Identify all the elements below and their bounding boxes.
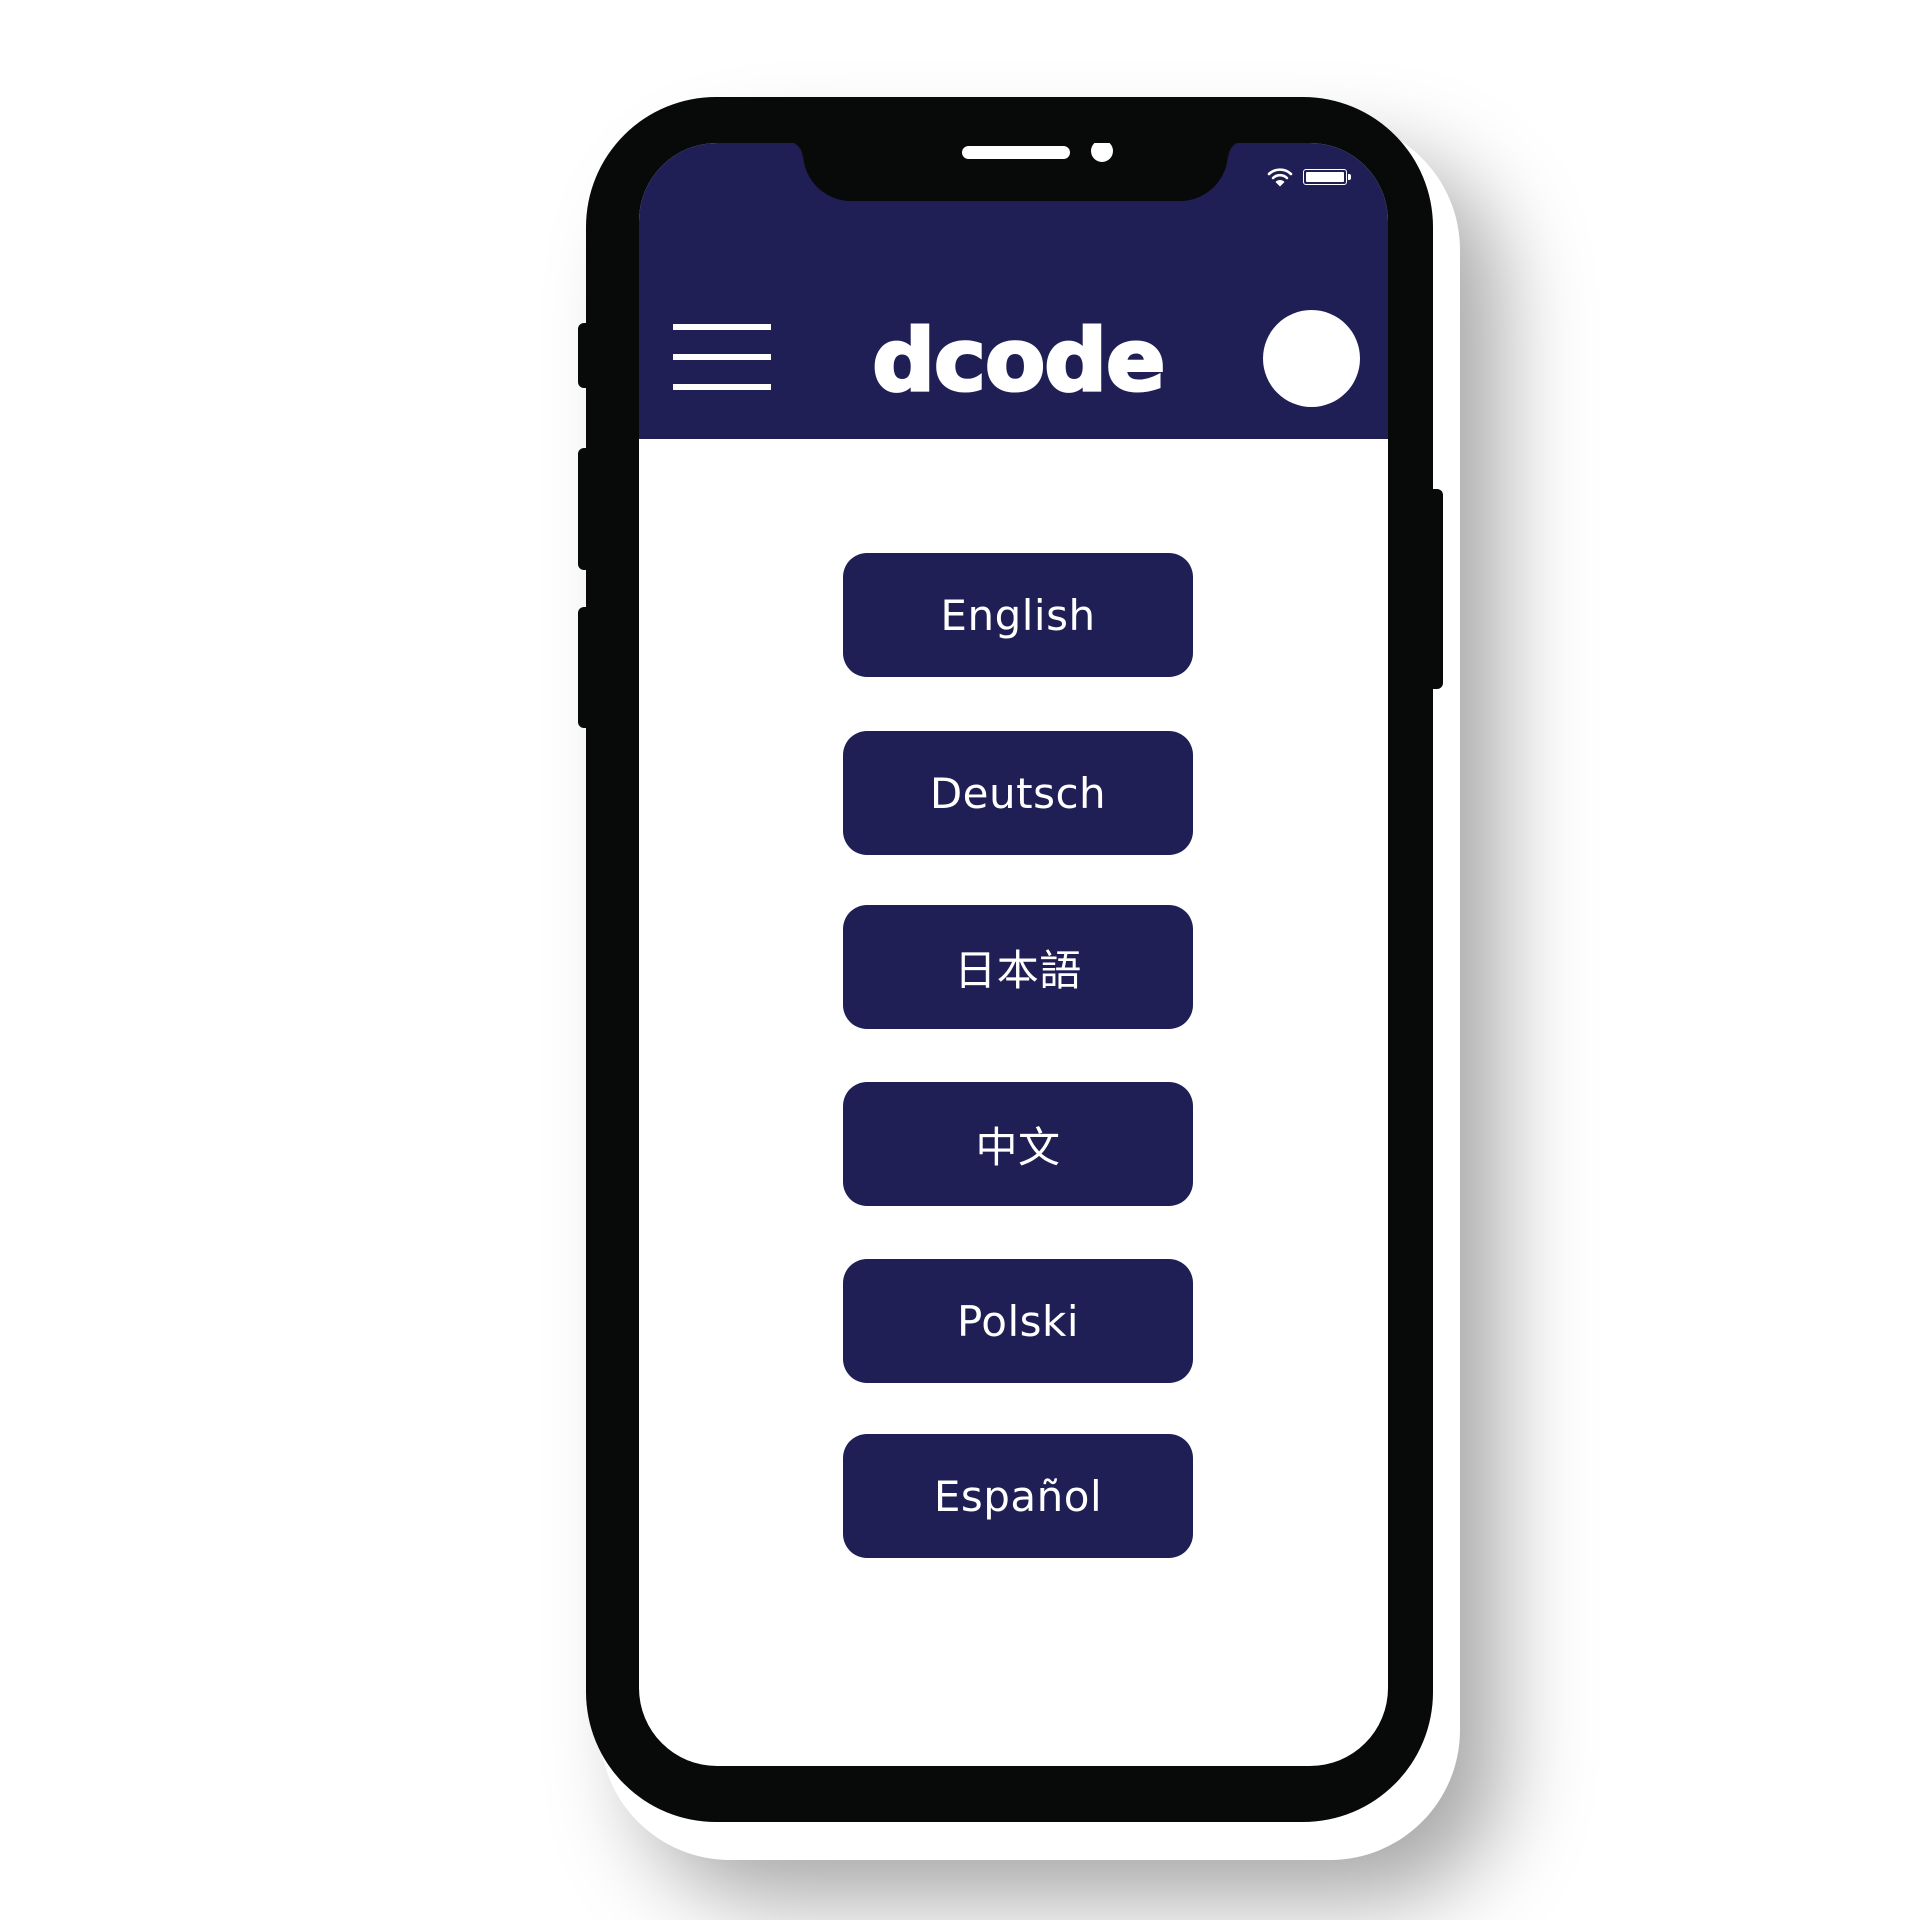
profile-avatar[interactable] bbox=[1263, 310, 1360, 407]
language-button-polski[interactable]: Polski bbox=[843, 1259, 1193, 1383]
wifi-icon bbox=[1267, 168, 1293, 187]
language-button-espanol[interactable]: Español bbox=[843, 1434, 1193, 1558]
menu-line bbox=[673, 384, 771, 390]
phone-frame: dcode English Deutsch 日本語 中文 Polski Espa… bbox=[586, 97, 1433, 1822]
app-header: dcode bbox=[639, 143, 1388, 439]
battery-icon bbox=[1303, 169, 1351, 185]
menu-line bbox=[673, 354, 771, 360]
front-camera bbox=[1091, 143, 1113, 162]
phone-screen: dcode English Deutsch 日本語 中文 Polski Espa… bbox=[639, 143, 1388, 1766]
speaker-grille bbox=[962, 146, 1070, 159]
language-button-japanese[interactable]: 日本語 bbox=[843, 905, 1193, 1029]
hamburger-menu-icon[interactable] bbox=[673, 324, 771, 390]
menu-line bbox=[673, 324, 771, 330]
language-button-deutsch[interactable]: Deutsch bbox=[843, 731, 1193, 855]
language-button-chinese[interactable]: 中文 bbox=[843, 1082, 1193, 1206]
app-logo: dcode bbox=[871, 310, 1167, 413]
notch bbox=[787, 143, 1244, 201]
status-bar bbox=[1267, 167, 1351, 187]
battery-fill bbox=[1306, 172, 1344, 182]
language-button-english[interactable]: English bbox=[843, 553, 1193, 677]
